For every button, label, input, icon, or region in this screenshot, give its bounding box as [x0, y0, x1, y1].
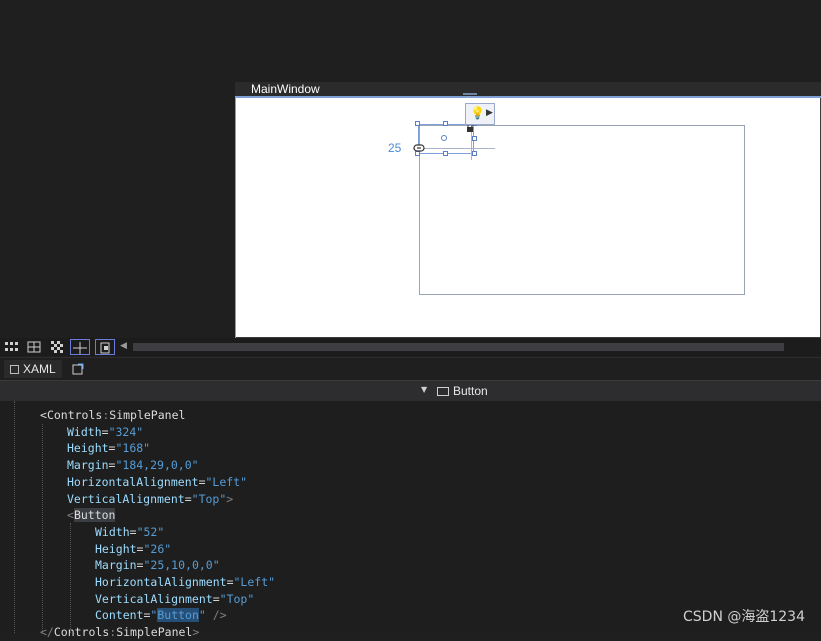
tab-xaml-label: XAML: [23, 362, 56, 376]
code-token: Width: [67, 424, 102, 439]
code-token: "26": [143, 541, 172, 556]
code-token: "168": [115, 441, 151, 456]
code-line[interactable]: VerticalAlignment="Top">: [67, 491, 233, 508]
margin-value-label: 25: [388, 141, 402, 155]
code-token: =: [129, 524, 137, 539]
horizontal-scrollbar[interactable]: [133, 343, 784, 351]
code-line[interactable]: Height="26": [95, 541, 171, 558]
code-token: SimplePanel: [109, 408, 186, 422]
code-token: Controls: [53, 625, 110, 640]
code-token: "324": [108, 424, 144, 439]
resize-handle-bottom[interactable]: [443, 151, 448, 156]
chevron-down-icon[interactable]: ▼: [421, 385, 427, 394]
code-token: =: [101, 424, 109, 439]
tab-xaml[interactable]: XAML: [4, 360, 62, 378]
swap-panes-icon[interactable]: [72, 363, 84, 375]
code-token: SimplePanel: [116, 625, 193, 640]
code-token: >: [226, 491, 234, 506]
code-token: "Left": [205, 474, 248, 489]
code-line[interactable]: <Button: [67, 507, 116, 524]
element-selector-dropdown[interactable]: Button: [437, 382, 488, 400]
top-anchor-icon[interactable]: [463, 93, 477, 99]
indent-guide: [14, 401, 15, 633]
window-titlebar: [235, 82, 821, 98]
code-line[interactable]: Width="324": [67, 424, 143, 441]
left-anchor-icon[interactable]: [413, 143, 425, 153]
resize-handle-top-left[interactable]: [415, 121, 420, 126]
resize-handle-top[interactable]: [443, 121, 448, 126]
snapline-toggle-button[interactable]: [70, 339, 90, 355]
code-line[interactable]: Content="Button" />: [95, 607, 227, 624]
code-token: =: [184, 491, 192, 506]
code-token: "Top": [219, 591, 255, 606]
code-token: HorizontalAlignment: [67, 474, 199, 489]
grid-icon[interactable]: [5, 341, 19, 353]
code-line[interactable]: VerticalAlignment="Top": [95, 591, 254, 608]
element-icon: [437, 386, 449, 396]
element-selector-label: Button: [453, 384, 488, 398]
code-token: Height: [67, 441, 109, 456]
code-token: Margin: [95, 558, 137, 573]
code-token: "Left": [233, 575, 276, 589]
code-line[interactable]: Height="168": [67, 440, 150, 457]
code-token: "Top": [191, 491, 227, 506]
code-token: =: [198, 474, 206, 489]
code-token: />: [205, 608, 227, 623]
margin-guide-horizontal: [413, 148, 495, 149]
code-line[interactable]: <Controls:SimplePanel: [40, 407, 185, 424]
indent-guide: [70, 523, 71, 633]
snap-grid-icon[interactable]: [27, 341, 41, 353]
code-token: Margin: [67, 458, 109, 473]
code-line[interactable]: HorizontalAlignment="Left": [67, 474, 247, 491]
code-line[interactable]: Margin="25,10,0,0": [95, 557, 220, 574]
lock-icon[interactable]: [466, 124, 474, 132]
checkerboard-icon[interactable]: [50, 341, 64, 353]
rotate-handle[interactable]: [441, 135, 447, 141]
code-token: Button: [73, 508, 116, 523]
code-token: =: [226, 575, 234, 589]
code-token: VerticalAlignment: [67, 491, 185, 506]
code-line[interactable]: Width="52": [95, 524, 164, 541]
effects-icon: [100, 342, 110, 354]
view-tab-strip: [0, 357, 821, 381]
code-token: Button: [157, 608, 199, 623]
xaml-document-icon: [10, 364, 19, 374]
code-token: <: [67, 508, 74, 523]
lightbulb-icon: 💡: [470, 106, 485, 120]
code-line[interactable]: Margin="184,29,0,0": [67, 457, 199, 474]
render-effects-toggle-button[interactable]: [95, 339, 115, 355]
code-line[interactable]: </Controls:SimplePanel>: [40, 624, 199, 641]
resize-handle-bottom-right[interactable]: [472, 151, 477, 156]
code-token: "184,29,0,0": [115, 458, 199, 473]
watermark: CSDN @海盗1234: [683, 609, 805, 625]
snapline-icon: [73, 342, 87, 354]
indent-guide: [42, 424, 43, 633]
code-token: Height: [95, 541, 137, 556]
code-token: >: [192, 625, 200, 640]
code-token: VerticalAlignment: [95, 591, 213, 606]
chevron-right-icon: ▶: [486, 108, 493, 118]
scroll-left-icon[interactable]: ◀: [120, 341, 127, 351]
window-border: [235, 96, 236, 338]
code-token: "52": [136, 524, 165, 539]
code-token: ": [198, 608, 206, 623]
code-token: Content: [95, 608, 144, 623]
code-token: "25,10,0,0": [143, 558, 220, 573]
code-token: Controls: [46, 408, 103, 422]
code-line[interactable]: HorizontalAlignment="Left": [95, 574, 275, 591]
code-token: Width: [95, 524, 130, 539]
window-title: MainWindow: [251, 82, 320, 96]
element-navigation-bar: [0, 381, 821, 401]
code-token: =: [212, 591, 220, 606]
code-token: HorizontalAlignment: [95, 575, 227, 589]
resize-handle-right[interactable]: [472, 136, 477, 141]
code-token: <: [40, 408, 47, 422]
